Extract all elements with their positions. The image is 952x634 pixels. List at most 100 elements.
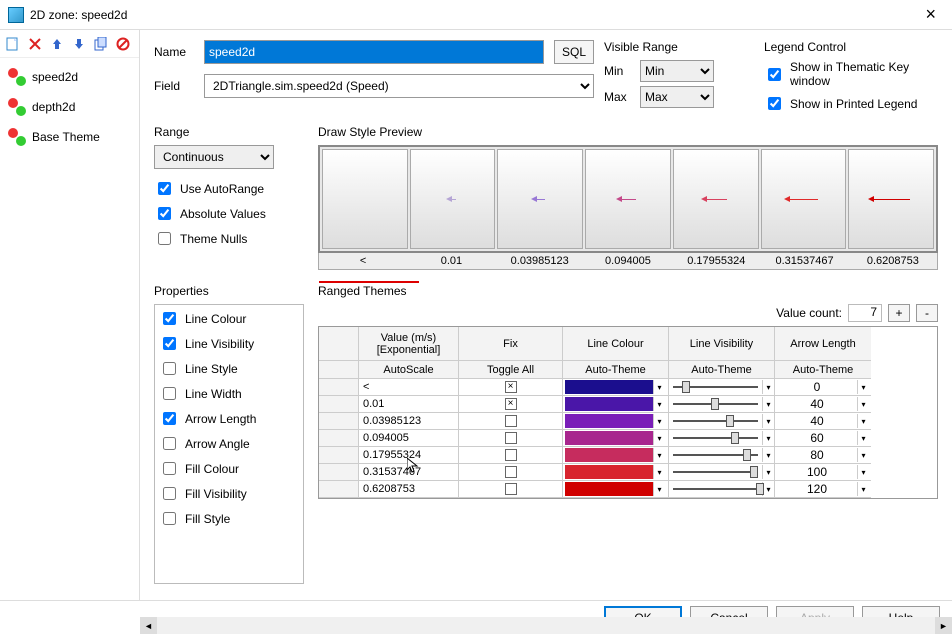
sidebar-item[interactable]: depth2d	[0, 92, 139, 122]
sidebar-item[interactable]: Base Theme	[0, 122, 139, 152]
col-arrow-length[interactable]: Arrow Length	[775, 327, 871, 361]
range-type-select[interactable]: Continuous	[154, 145, 274, 169]
colour-cell[interactable]: ▾	[563, 413, 669, 430]
chevron-down-icon[interactable]: ▾	[653, 465, 665, 479]
field-select[interactable]: 2DTriangle.sim.speed2d (Speed)	[204, 74, 594, 98]
row-handle[interactable]	[319, 413, 359, 430]
printed-checkbox[interactable]	[768, 97, 781, 110]
chevron-down-icon[interactable]: ▾	[762, 448, 774, 462]
chevron-down-icon[interactable]: ▾	[762, 397, 774, 411]
visibility-cell[interactable]: ▾	[669, 396, 775, 413]
property-checkbox[interactable]	[163, 512, 176, 525]
arrow-length-cell[interactable]: 100▾	[775, 464, 871, 481]
sidebar-item[interactable]: speed2d	[0, 62, 139, 92]
row-handle[interactable]	[319, 464, 359, 481]
chevron-down-icon[interactable]: ▾	[762, 380, 774, 394]
chevron-down-icon[interactable]: ▾	[653, 448, 665, 462]
value-cell[interactable]: 0.6208753	[359, 481, 459, 498]
chevron-down-icon[interactable]: ▾	[857, 431, 869, 445]
sql-button[interactable]: SQL	[554, 40, 594, 64]
close-icon[interactable]: ×	[917, 4, 944, 25]
row-handle[interactable]	[319, 396, 359, 413]
property-checkbox[interactable]	[163, 362, 176, 375]
theme-nulls-checkbox[interactable]	[158, 232, 171, 245]
chevron-down-icon[interactable]: ▾	[653, 414, 665, 428]
autotheme-colour-button[interactable]: Auto-Theme	[563, 361, 669, 379]
property-checkbox[interactable]	[163, 412, 176, 425]
chevron-down-icon[interactable]: ▾	[653, 397, 665, 411]
arrow-length-cell[interactable]: 40▾	[775, 396, 871, 413]
horizontal-scrollbar[interactable]: ◄ ►	[140, 617, 952, 634]
colour-cell[interactable]: ▾	[563, 447, 669, 464]
colour-cell[interactable]: ▾	[563, 481, 669, 498]
max-select[interactable]: Max	[640, 86, 714, 108]
arrow-length-cell[interactable]: 40▾	[775, 413, 871, 430]
property-checkbox[interactable]	[163, 487, 176, 500]
fix-cell[interactable]: ×	[459, 379, 563, 396]
autotheme-vis-button[interactable]: Auto-Theme	[669, 361, 775, 379]
chevron-down-icon[interactable]: ▾	[762, 465, 774, 479]
value-cell[interactable]: 0.094005	[359, 430, 459, 447]
chevron-down-icon[interactable]: ▾	[857, 465, 869, 479]
chevron-down-icon[interactable]: ▾	[762, 414, 774, 428]
min-select[interactable]: Min	[640, 60, 714, 82]
value-cell[interactable]: 0.01	[359, 396, 459, 413]
colour-cell[interactable]: ▾	[563, 464, 669, 481]
colour-cell[interactable]: ▾	[563, 430, 669, 447]
visibility-cell[interactable]: ▾	[669, 430, 775, 447]
value-cell[interactable]: 0.31537467	[359, 464, 459, 481]
autotheme-arrow-button[interactable]: Auto-Theme	[775, 361, 871, 379]
row-handle[interactable]	[319, 379, 359, 396]
row-handle[interactable]	[319, 481, 359, 498]
new-icon[interactable]	[6, 37, 20, 51]
name-input[interactable]	[204, 40, 544, 64]
chevron-down-icon[interactable]: ▾	[857, 380, 869, 394]
col-fix[interactable]: Fix	[459, 327, 563, 361]
row-handle[interactable]	[319, 430, 359, 447]
property-checkbox[interactable]	[163, 387, 176, 400]
col-line-colour[interactable]: Line Colour	[563, 327, 669, 361]
property-checkbox[interactable]	[163, 462, 176, 475]
absolute-checkbox[interactable]	[158, 207, 171, 220]
fix-cell[interactable]	[459, 447, 563, 464]
property-checkbox[interactable]	[163, 437, 176, 450]
autorange-checkbox[interactable]	[158, 182, 171, 195]
visibility-cell[interactable]: ▾	[669, 379, 775, 396]
chevron-down-icon[interactable]: ▾	[857, 414, 869, 428]
chevron-down-icon[interactable]: ▾	[653, 431, 665, 445]
up-arrow-icon[interactable]	[50, 37, 64, 51]
arrow-length-cell[interactable]: 80▾	[775, 447, 871, 464]
visibility-cell[interactable]: ▾	[669, 447, 775, 464]
arrow-length-cell[interactable]: 120▾	[775, 481, 871, 498]
fix-cell[interactable]	[459, 481, 563, 498]
chevron-down-icon[interactable]: ▾	[762, 431, 774, 445]
arrow-length-cell[interactable]: 0▾	[775, 379, 871, 396]
property-checkbox[interactable]	[163, 312, 176, 325]
chevron-down-icon[interactable]: ▾	[653, 482, 665, 496]
delete-icon[interactable]	[28, 37, 42, 51]
chevron-down-icon[interactable]: ▾	[857, 397, 869, 411]
fix-cell[interactable]	[459, 464, 563, 481]
copy-icon[interactable]	[94, 37, 108, 51]
col-line-visibility[interactable]: Line Visibility	[669, 327, 775, 361]
chevron-down-icon[interactable]: ▾	[653, 380, 665, 394]
value-cell[interactable]: 0.17955324	[359, 447, 459, 464]
fix-cell[interactable]	[459, 430, 563, 447]
visibility-cell[interactable]: ▾	[669, 413, 775, 430]
autoscale-button[interactable]: AutoScale	[359, 361, 459, 379]
row-handle[interactable]	[319, 447, 359, 464]
value-cell[interactable]: <	[359, 379, 459, 396]
chevron-down-icon[interactable]: ▾	[857, 448, 869, 462]
colour-cell[interactable]: ▾	[563, 379, 669, 396]
down-arrow-icon[interactable]	[72, 37, 86, 51]
value-cell[interactable]: 0.03985123	[359, 413, 459, 430]
fix-cell[interactable]: ×	[459, 396, 563, 413]
scroll-left-icon[interactable]: ◄	[140, 617, 157, 634]
chevron-down-icon[interactable]: ▾	[857, 482, 869, 496]
visibility-cell[interactable]: ▾	[669, 481, 775, 498]
colour-cell[interactable]: ▾	[563, 396, 669, 413]
fix-cell[interactable]	[459, 413, 563, 430]
col-value[interactable]: Value (m/s) [Exponential]	[359, 327, 459, 361]
forbid-icon[interactable]	[116, 37, 130, 51]
property-checkbox[interactable]	[163, 337, 176, 350]
